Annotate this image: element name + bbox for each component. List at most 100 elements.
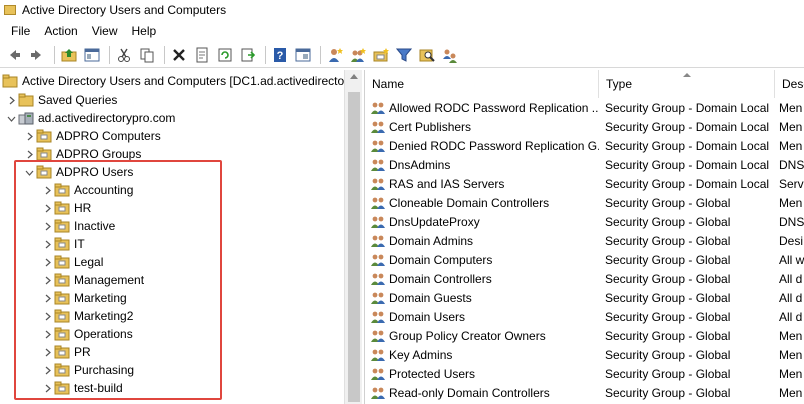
cell-name: Domain Users bbox=[365, 310, 599, 324]
list-item[interactable]: Group Policy Creator Owners Security Grou… bbox=[365, 326, 804, 345]
cell-name: DnsUpdateProxy bbox=[365, 215, 599, 229]
list-item[interactable]: Protected Users Security Group - Global Me… bbox=[365, 364, 804, 383]
scroll-up-arrow-icon[interactable] bbox=[350, 74, 358, 79]
group-name: RAS and IAS Servers bbox=[389, 176, 505, 191]
cell-name: Cert Publishers bbox=[365, 120, 599, 134]
back-icon[interactable] bbox=[4, 45, 24, 65]
group-name: Allowed RODC Password Replication ... bbox=[389, 100, 599, 115]
security-group-icon bbox=[370, 120, 386, 134]
menu-bar: File Action View Help bbox=[0, 20, 804, 42]
tree-root[interactable]: Active Directory Users and Computers [DC… bbox=[2, 72, 344, 90]
group-name: Domain Controllers bbox=[389, 271, 492, 286]
group-name: Domain Admins bbox=[389, 233, 474, 248]
menu-view[interactable]: View bbox=[85, 24, 125, 38]
tree-item-label: Saved Queries bbox=[38, 93, 118, 107]
svg-text:?: ? bbox=[277, 50, 284, 62]
help-icon[interactable]: ? bbox=[270, 45, 290, 65]
group-name: Protected Users bbox=[389, 366, 476, 381]
cell-type: Security Group - Global bbox=[605, 252, 731, 267]
list-item[interactable]: Cert Publishers Security Group - Domain L… bbox=[365, 117, 804, 136]
show-tree-icon[interactable] bbox=[82, 45, 102, 65]
cell-type: Security Group - Global bbox=[605, 309, 731, 324]
list-item[interactable]: Cloneable Domain Controllers Security Gro… bbox=[365, 193, 804, 212]
column-name[interactable]: Name bbox=[365, 70, 599, 98]
sort-ascending-icon bbox=[683, 73, 691, 77]
list-item[interactable]: DnsAdmins Security Group - Domain Local DN… bbox=[365, 155, 804, 174]
list-item[interactable]: RAS and IAS Servers Security Group - Doma… bbox=[365, 174, 804, 193]
results-pane: Name Type Desc Allowed RODC Password Rep… bbox=[364, 70, 804, 404]
list-item[interactable]: Domain Guests Security Group - Global All … bbox=[365, 288, 804, 307]
list-item[interactable]: Domain Controllers Security Group - Globa… bbox=[365, 269, 804, 288]
tree-scrollbar[interactable] bbox=[344, 70, 362, 404]
security-group-icon bbox=[370, 215, 386, 229]
security-group-icon bbox=[370, 158, 386, 172]
cell-type: Security Group - Global bbox=[605, 195, 731, 210]
chevron-down-icon[interactable] bbox=[4, 111, 18, 125]
new-group-icon[interactable] bbox=[348, 45, 368, 65]
new-ou-icon[interactable] bbox=[371, 45, 391, 65]
cell-type: Security Group - Global bbox=[605, 233, 731, 248]
tree-item-label: ADPRO Computers bbox=[56, 129, 161, 143]
menu-action[interactable]: Action bbox=[37, 24, 84, 38]
cell-description: Men bbox=[779, 347, 803, 362]
list-item[interactable]: Allowed RODC Password Replication ... Sec… bbox=[365, 98, 804, 117]
folder-icon bbox=[18, 93, 34, 107]
menu-help[interactable]: Help bbox=[125, 24, 164, 38]
column-header: Name Type Desc bbox=[365, 70, 804, 98]
up-folder-icon[interactable] bbox=[59, 45, 79, 65]
list-item[interactable]: Read-only Domain Controllers Security Gro… bbox=[365, 383, 804, 402]
console-icon[interactable] bbox=[293, 45, 313, 65]
cell-description: All d bbox=[779, 290, 803, 305]
security-group-icon bbox=[370, 253, 386, 267]
cell-type: Security Group - Domain Local bbox=[605, 100, 770, 115]
chevron-right-icon[interactable] bbox=[22, 129, 36, 143]
cell-description: Desi bbox=[779, 233, 804, 248]
cell-description: Men bbox=[779, 100, 803, 115]
cell-name: Domain Computers bbox=[365, 253, 599, 267]
tree-item-label: ADPRO Groups bbox=[56, 147, 142, 161]
list-item[interactable]: Domain Users Security Group - Global All d bbox=[365, 307, 804, 326]
list-item[interactable]: Key Admins Security Group - Global Men bbox=[365, 345, 804, 364]
cell-name: Domain Controllers bbox=[365, 272, 599, 286]
new-user-icon[interactable] bbox=[325, 45, 345, 65]
security-group-icon bbox=[370, 272, 386, 286]
cell-type: Security Group - Global bbox=[605, 385, 731, 400]
title-bar: Active Directory Users and Computers bbox=[0, 0, 804, 20]
tree-item-domain[interactable]: ad.activedirectorypro.com bbox=[4, 109, 175, 127]
cell-name: DnsAdmins bbox=[365, 158, 599, 172]
group-name: Domain Guests bbox=[389, 290, 472, 305]
cell-name: Allowed RODC Password Replication ... bbox=[365, 101, 599, 115]
cell-name: Denied RODC Password Replication G... bbox=[365, 139, 599, 153]
delete-icon[interactable] bbox=[169, 45, 189, 65]
forward-icon[interactable] bbox=[27, 45, 47, 65]
list-item[interactable]: Denied RODC Password Replication G... Sec… bbox=[365, 136, 804, 155]
list-item[interactable]: Domain Admins Security Group - Global Desi bbox=[365, 231, 804, 250]
tree-item-saved-queries[interactable]: Saved Queries bbox=[4, 91, 117, 109]
cell-description: Men bbox=[779, 328, 803, 343]
export-icon[interactable] bbox=[238, 45, 258, 65]
cut-icon[interactable] bbox=[114, 45, 134, 65]
ou-folder-icon bbox=[36, 129, 52, 143]
chevron-right-icon[interactable] bbox=[22, 147, 36, 161]
chevron-right-icon[interactable] bbox=[4, 93, 18, 107]
list-item[interactable]: Domain Computers Security Group - Global A… bbox=[365, 250, 804, 269]
toolbar-separator bbox=[164, 45, 165, 64]
toolbar: ? bbox=[0, 42, 804, 68]
domain-icon bbox=[18, 111, 34, 125]
scroll-thumb[interactable] bbox=[348, 92, 360, 402]
toolbar-separator bbox=[320, 45, 321, 64]
security-group-icon bbox=[370, 234, 386, 248]
menu-file[interactable]: File bbox=[4, 24, 37, 38]
group-name: Group Policy Creator Owners bbox=[389, 328, 546, 343]
filter-icon[interactable] bbox=[394, 45, 414, 65]
add-to-group-icon[interactable] bbox=[440, 45, 460, 65]
security-group-icon bbox=[370, 196, 386, 210]
list-item[interactable]: DnsUpdateProxy Security Group - Global DNS bbox=[365, 212, 804, 231]
tree-item-adpro-computers[interactable]: ADPRO Computers bbox=[22, 127, 161, 145]
find-icon[interactable] bbox=[417, 45, 437, 65]
tree-item-label: ad.activedirectorypro.com bbox=[38, 111, 176, 125]
copy-icon[interactable] bbox=[137, 45, 157, 65]
refresh-icon[interactable] bbox=[215, 45, 235, 65]
column-description[interactable]: Desc bbox=[775, 70, 804, 98]
properties-icon[interactable] bbox=[192, 45, 212, 65]
